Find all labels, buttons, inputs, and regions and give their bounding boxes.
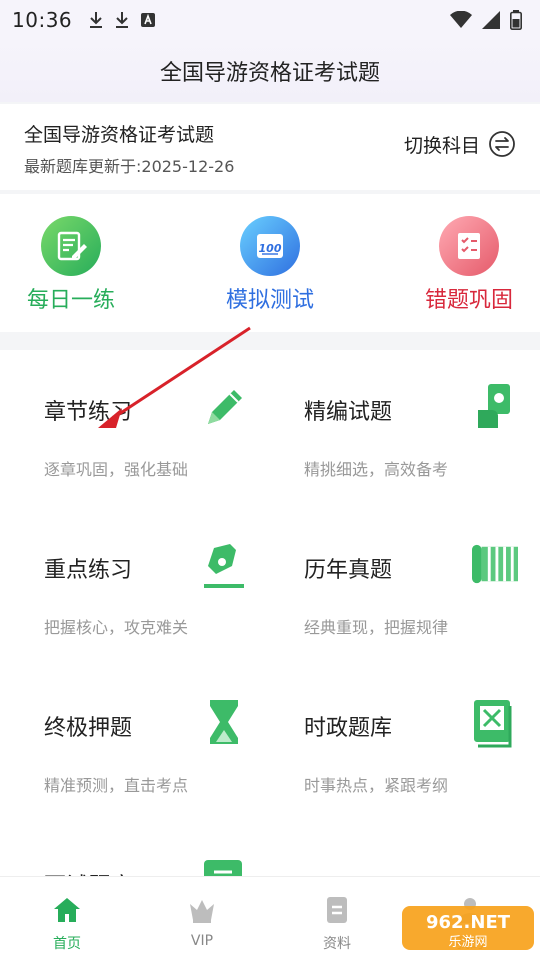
module-past-exams[interactable]: 历年真题 经典重现，把握规律 <box>304 508 540 638</box>
page-title: 全国导游资格证考试题 <box>159 61 380 86</box>
quick-actions: 每日一练 100 模拟测试 错题巩固 <box>0 194 540 332</box>
download-icon <box>116 12 129 28</box>
module-current-affairs[interactable]: 时政题库 时事热点，紧跟考纲 <box>304 666 540 796</box>
status-time: 10:36 <box>12 8 73 32</box>
module-desc: 精挑细选，高效备考 <box>304 460 449 479</box>
checklist-icon <box>439 216 499 276</box>
document-icon <box>204 860 242 876</box>
module-title: 章节练习 <box>44 400 133 425</box>
module-desc: 把握核心，攻克难关 <box>44 618 189 637</box>
module-desc: 时事热点，紧跟考纲 <box>304 776 449 795</box>
watermark-site: 962.NET <box>426 912 511 933</box>
hourglass-icon <box>210 700 238 744</box>
font-app-icon <box>141 13 156 27</box>
app-bar: 全国导游资格证考试题 <box>0 40 540 102</box>
doc-icon <box>327 897 347 923</box>
module-title: 终极押题 <box>44 716 133 741</box>
quick-daily-practice-label: 每日一练 <box>26 288 115 313</box>
modules-grid: 章节练习 逐章巩固，强化基础 精编试题 精挑细选，高效备考 重点练习 把握核心，… <box>0 350 540 876</box>
module-interview-questions[interactable]: 面试题库 <box>44 824 294 876</box>
quick-wrong-review-label: 错题巩固 <box>424 288 513 313</box>
tab-home-label: 首页 <box>53 936 81 952</box>
quick-mock-test-label: 模拟测试 <box>225 288 314 313</box>
excel-book-icon <box>474 700 512 748</box>
module-title: 精编试题 <box>304 400 393 425</box>
module-title: 重点练习 <box>44 558 133 583</box>
module-key-practice[interactable]: 重点练习 把握核心，攻克难关 <box>44 508 294 638</box>
crown-icon <box>190 900 214 923</box>
module-title: 面试题库 <box>44 868 132 876</box>
module-title: 历年真题 <box>304 558 393 583</box>
tab-vip-label: VIP <box>190 933 214 949</box>
module-desc: 逐章巩固，强化基础 <box>44 460 189 479</box>
pencil-icon <box>208 390 242 424</box>
module-title: 时政题库 <box>304 716 393 741</box>
wifi-icon <box>450 11 472 28</box>
tab-home[interactable]: 首页 <box>27 895 107 953</box>
svg-text:100: 100 <box>259 242 282 255</box>
module-desc: 精准预测，直击考点 <box>44 776 189 795</box>
tab-vip[interactable]: VIP <box>162 895 242 949</box>
money-hand-icon <box>478 384 510 428</box>
home-icon <box>54 898 80 922</box>
subject-card: 全国导游资格证考试题 最新题库更新于:2025-12-26 切换科目 <box>0 104 540 190</box>
swap-icon <box>489 131 515 157</box>
score-100-icon: 100 <box>240 216 300 276</box>
battery-icon <box>510 10 522 30</box>
switch-subject-button[interactable]: 切换科目 <box>404 130 516 158</box>
signal-icon <box>482 11 500 29</box>
module-desc: 经典重现，把握规律 <box>304 618 449 637</box>
status-bar: 10:36 <box>0 0 540 40</box>
quick-wrong-review[interactable]: 错题巩固 <box>384 216 540 314</box>
tab-materials[interactable]: 资料 <box>297 895 377 953</box>
edit-document-icon <box>41 216 101 276</box>
module-selected-questions[interactable]: 精编试题 精挑细选，高效备考 <box>304 350 540 480</box>
scroll-icon <box>472 544 518 584</box>
module-chapter-practice[interactable]: 章节练习 逐章巩固，强化基础 <box>44 350 294 480</box>
pen-nib-icon <box>204 544 244 588</box>
watermark-logo: 962.NET 乐游网 <box>402 906 534 950</box>
tab-materials-label: 资料 <box>323 936 351 952</box>
quick-mock-test[interactable]: 100 模拟测试 <box>185 216 355 314</box>
module-final-prediction[interactable]: 终极押题 精准预测，直击考点 <box>44 666 294 796</box>
download-icon <box>90 12 103 28</box>
switch-subject-label: 切换科目 <box>403 134 480 157</box>
watermark-sub: 乐游网 <box>448 935 487 950</box>
quick-daily-practice[interactable]: 每日一练 <box>0 216 156 314</box>
